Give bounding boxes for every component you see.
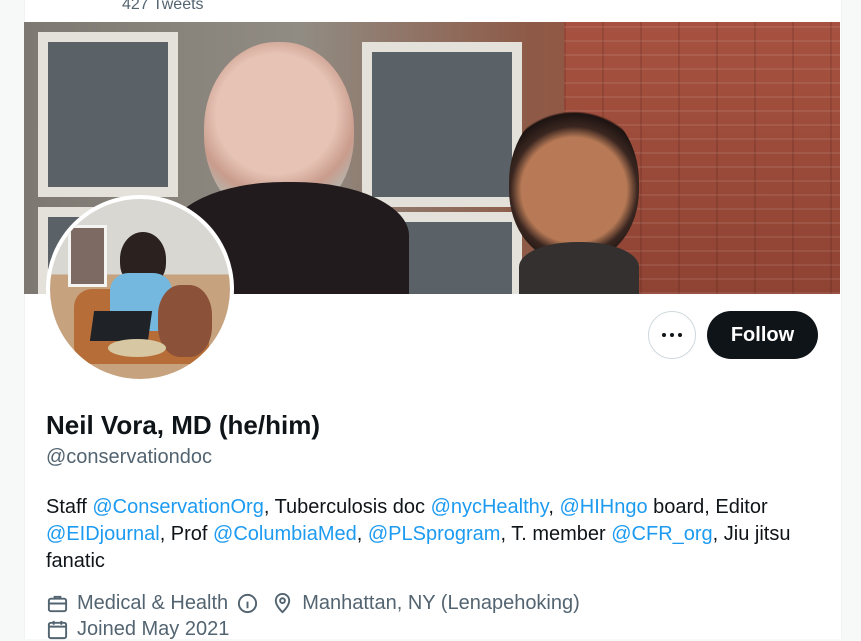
- profile-joined-row: Joined May 2021: [46, 618, 229, 641]
- banner-person-boy-body: [519, 242, 639, 294]
- bio-text: , T. member: [500, 523, 612, 545]
- profile-avatar[interactable]: [46, 195, 234, 383]
- bio-mention-cfr-org[interactable]: @CFR_org: [611, 523, 712, 545]
- more-options-button[interactable]: [648, 311, 696, 359]
- follow-button[interactable]: Follow: [707, 311, 818, 359]
- avatar-laptop: [89, 311, 153, 341]
- category-label: Medical & Health: [77, 592, 229, 614]
- tweet-count: 427 Tweets: [122, 0, 204, 13]
- bio-mention-columbiamed[interactable]: @ColumbiaMed: [213, 523, 357, 545]
- banner-window: [38, 32, 178, 197]
- bio-text: board, Editor: [647, 496, 768, 518]
- bio-text: ,: [548, 496, 560, 518]
- profile-name: Neil Vora, MD (he/him): [46, 410, 320, 440]
- bio-text: ,: [356, 523, 368, 545]
- bio-mention-eidjournal[interactable]: @EIDjournal: [46, 523, 160, 545]
- location-pin-icon: [271, 592, 294, 615]
- bio-mention-conservationorg[interactable]: @ConservationOrg: [92, 496, 263, 518]
- profile-meta-row: Medical & Health Manhattan, NY (Lenapeho…: [46, 592, 580, 615]
- avatar-wall-art: [68, 225, 107, 287]
- avatar-table: [108, 339, 166, 357]
- bio-mention-plsprogram[interactable]: @PLSprogram: [368, 523, 501, 545]
- avatar-dog: [158, 285, 212, 357]
- bio-text: , Prof: [159, 523, 214, 545]
- banner-person-boy: [509, 102, 639, 262]
- joined-date: Joined May 2021: [77, 618, 230, 640]
- bio-text: Staff: [46, 496, 93, 518]
- banner-window: [362, 42, 522, 207]
- bio-mention-nychealthy[interactable]: @nycHealthy: [431, 496, 549, 518]
- profile-location: Manhattan, NY (Lenapehoking): [271, 592, 580, 615]
- bio-text: , Tuberculosis doc: [263, 496, 431, 518]
- info-icon[interactable]: [236, 592, 259, 615]
- briefcase-icon: [46, 592, 69, 615]
- calendar-icon: [46, 618, 69, 641]
- avatar-photo: [50, 199, 230, 379]
- profile-handle: @conservationdoc: [46, 446, 212, 468]
- profile-category: Medical & Health: [46, 592, 271, 615]
- location-label: Manhattan, NY (Lenapehoking): [302, 592, 580, 614]
- more-horizontal-icon: [662, 333, 682, 337]
- bio-mention-hihngo[interactable]: @HIHngo: [559, 496, 647, 518]
- profile-bio: Staff @ConservationOrg, Tuberculosis doc…: [46, 494, 811, 575]
